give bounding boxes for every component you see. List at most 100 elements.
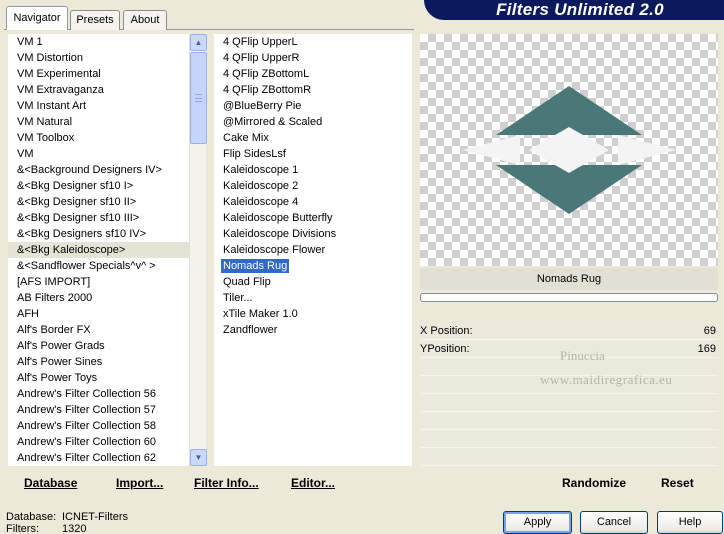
- filter-item[interactable]: Flip SidesLsf: [214, 146, 412, 162]
- help-button[interactable]: Help: [657, 511, 723, 534]
- filter-item[interactable]: Kaleidoscope 1: [214, 162, 412, 178]
- category-item-label: VM 1: [17, 36, 43, 48]
- category-item-label: VM Instant Art: [17, 100, 87, 112]
- tab-about[interactable]: About: [123, 10, 167, 30]
- category-item-label: VM: [17, 148, 34, 160]
- filters-status-label: Filters:: [6, 523, 39, 534]
- category-item[interactable]: Andrew's Filter Collection 56: [8, 386, 192, 402]
- category-item[interactable]: VM Natural: [8, 114, 192, 130]
- database-button[interactable]: Database: [24, 476, 77, 490]
- filter-item-label: Kaleidoscope Divisions: [223, 228, 337, 240]
- category-scrollbar[interactable]: ▲ ▼: [189, 34, 207, 466]
- tab-navigator[interactable]: Navigator: [6, 6, 68, 30]
- category-item[interactable]: Andrew's Filter Collection 62: [8, 450, 192, 466]
- category-item-label: VM Toolbox: [17, 132, 75, 144]
- filter-item[interactable]: Nomads Rug: [214, 258, 412, 274]
- filter-item[interactable]: 4 QFlip UpperL: [214, 34, 412, 50]
- filter-item[interactable]: Kaleidoscope Divisions: [214, 226, 412, 242]
- param-row-x[interactable]: X Position: 69: [420, 322, 718, 340]
- filter-item[interactable]: Kaleidoscope Flower: [214, 242, 412, 258]
- editor-button[interactable]: Editor...: [291, 476, 335, 490]
- category-item-label: AFH: [17, 308, 39, 320]
- category-item[interactable]: VM Instant Art: [8, 98, 192, 114]
- filter-item-label: @Mirrored & Scaled: [223, 116, 323, 128]
- category-item[interactable]: Andrew's Filter Collection 58: [8, 418, 192, 434]
- filter-item-label: 4 QFlip UpperL: [223, 36, 298, 48]
- category-item[interactable]: AFH: [8, 306, 192, 322]
- filter-item-label: 4 QFlip ZBottomL: [223, 68, 310, 80]
- filter-item[interactable]: xTile Maker 1.0: [214, 306, 412, 322]
- apply-button[interactable]: Apply: [503, 511, 572, 534]
- filter-item[interactable]: @Mirrored & Scaled: [214, 114, 412, 130]
- param-row-empty: [420, 394, 718, 412]
- param-value: 69: [703, 325, 716, 337]
- category-item[interactable]: [AFS IMPORT]: [8, 274, 192, 290]
- filters-status-value: 1320: [62, 523, 87, 534]
- category-item[interactable]: VM: [8, 146, 192, 162]
- filter-item[interactable]: Tiler...: [214, 290, 412, 306]
- randomize-button[interactable]: Randomize: [562, 476, 626, 490]
- category-item-label: &<Bkg Designer sf10 I>: [17, 180, 134, 192]
- category-item-label: [AFS IMPORT]: [17, 276, 91, 288]
- category-item[interactable]: &<Bkg Designer sf10 II>: [8, 194, 192, 210]
- rug-right-shape: [618, 135, 676, 165]
- category-list[interactable]: VM 1 VM Distortion VM Experimental VM Extra…: [8, 34, 192, 466]
- category-item-label: VM Extravaganza: [17, 84, 104, 96]
- category-item[interactable]: Alf's Power Toys: [8, 370, 192, 386]
- scroll-down-button[interactable]: ▼: [190, 449, 207, 466]
- filter-item-label: 4 QFlip ZBottomR: [223, 84, 312, 96]
- database-status-value: ICNET-Filters: [62, 511, 128, 523]
- filter-item-label: Kaleidoscope 1: [223, 164, 299, 176]
- filter-item[interactable]: Zandflower: [214, 322, 412, 338]
- category-item[interactable]: &<Bkg Designer sf10 I>: [8, 178, 192, 194]
- category-item[interactable]: &<Bkg Designer sf10 III>: [8, 210, 192, 226]
- category-item-label: &<Background Designers IV>: [17, 164, 162, 176]
- category-item[interactable]: VM Experimental: [8, 66, 192, 82]
- category-item[interactable]: &<Background Designers IV>: [8, 162, 192, 178]
- category-item[interactable]: Alf's Border FX: [8, 322, 192, 338]
- filter-info-button[interactable]: Filter Info...: [194, 476, 259, 490]
- category-item[interactable]: AB Filters 2000: [8, 290, 192, 306]
- category-item-label: Alf's Power Grads: [17, 340, 105, 352]
- filter-item-label: Quad Flip: [223, 276, 271, 288]
- filter-item[interactable]: 4 QFlip ZBottomL: [214, 66, 412, 82]
- filter-item[interactable]: Kaleidoscope 2: [214, 178, 412, 194]
- filter-item[interactable]: Cake Mix: [214, 130, 412, 146]
- category-item-label: AB Filters 2000: [17, 292, 93, 304]
- category-item[interactable]: Andrew's Filter Collection 60: [8, 434, 192, 450]
- filter-item[interactable]: Kaleidoscope 4: [214, 194, 412, 210]
- filter-item[interactable]: 4 QFlip ZBottomR: [214, 82, 412, 98]
- category-item[interactable]: Andrew's Filter Collection 57: [8, 402, 192, 418]
- filter-item-label: Kaleidoscope 4: [223, 196, 299, 208]
- param-row-empty: [420, 412, 718, 430]
- category-item[interactable]: Alf's Power Grads: [8, 338, 192, 354]
- filter-item[interactable]: Kaleidoscope Butterfly: [214, 210, 412, 226]
- filter-item-label: Kaleidoscope Flower: [223, 244, 326, 256]
- category-item[interactable]: Alf's Power Sines: [8, 354, 192, 370]
- category-item-label: Andrew's Filter Collection 60: [17, 436, 157, 448]
- tab-presets[interactable]: Presets: [70, 10, 120, 30]
- cancel-button[interactable]: Cancel: [580, 511, 648, 534]
- filter-item-label: Cake Mix: [223, 132, 269, 144]
- category-item-label: VM Natural: [17, 116, 73, 128]
- reset-button[interactable]: Reset: [661, 476, 694, 490]
- category-item[interactable]: VM Toolbox: [8, 130, 192, 146]
- filter-item[interactable]: 4 QFlip UpperR: [214, 50, 412, 66]
- scroll-up-button[interactable]: ▲: [190, 34, 207, 51]
- category-item[interactable]: &<Sandflower Specials^v^ >: [8, 258, 192, 274]
- param-label: YPosition:: [420, 343, 470, 355]
- category-item-label: Andrew's Filter Collection 62: [17, 452, 157, 464]
- scroll-thumb[interactable]: [190, 52, 207, 144]
- filter-item-label: Zandflower: [223, 324, 278, 336]
- filter-item[interactable]: @BlueBerry Pie: [214, 98, 412, 114]
- filter-item-label: Kaleidoscope Butterfly: [223, 212, 333, 224]
- category-item[interactable]: VM Extravaganza: [8, 82, 192, 98]
- category-item[interactable]: VM Distortion: [8, 50, 192, 66]
- filter-item[interactable]: Quad Flip: [214, 274, 412, 290]
- category-item[interactable]: &<Bkg Kaleidoscope>: [8, 242, 192, 258]
- category-item[interactable]: VM 1: [8, 34, 192, 50]
- category-item-label: Alf's Power Sines: [17, 356, 103, 368]
- category-item[interactable]: &<Bkg Designers sf10 IV>: [8, 226, 192, 242]
- import-button[interactable]: Import...: [116, 476, 163, 490]
- filter-list[interactable]: 4 QFlip UpperL 4 QFlip UpperR 4 QFlip ZBot…: [214, 34, 412, 466]
